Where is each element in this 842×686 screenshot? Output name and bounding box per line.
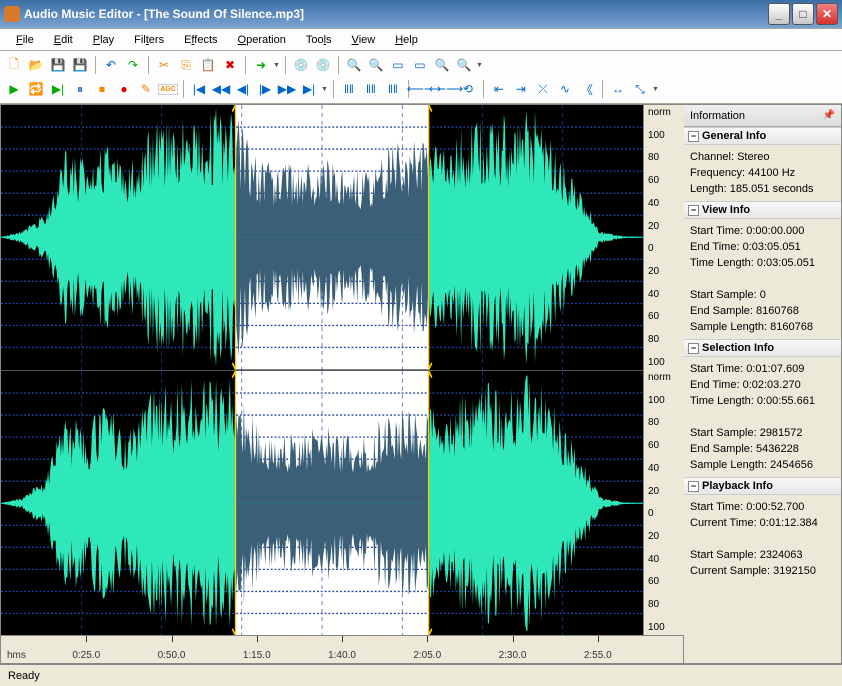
status-bar: Ready bbox=[0, 664, 842, 686]
pb-current: Current Time: 0:01:12.384 bbox=[690, 515, 835, 531]
go-end-icon[interactable]: ▶| bbox=[299, 79, 319, 99]
cut-icon[interactable]: ✂ bbox=[154, 55, 174, 75]
app-icon bbox=[4, 6, 20, 22]
info-panel: Information 📌 −General Info Channel: Ste… bbox=[684, 104, 842, 664]
pb-start-sample: Start Sample: 2324063 bbox=[690, 547, 835, 563]
view-end-sample: End Sample: 8160768 bbox=[690, 303, 835, 319]
go-start-icon[interactable]: |◀ bbox=[189, 79, 209, 99]
next-icon[interactable]: |▶ bbox=[255, 79, 275, 99]
sel-length: Time Length: 0:00:55.661 bbox=[690, 393, 835, 409]
forward-icon[interactable]: ▶▶ bbox=[277, 79, 297, 99]
save-as-icon[interactable]: 💾 bbox=[70, 55, 90, 75]
save-icon[interactable]: 💾 bbox=[48, 55, 68, 75]
sel-start-sample: Start Sample: 2981572 bbox=[690, 425, 835, 441]
playback-info-header: Playback Info bbox=[702, 480, 773, 492]
pause-icon[interactable]: ⏸ bbox=[70, 79, 90, 99]
collapse-icon[interactable]: − bbox=[688, 131, 699, 142]
view-end: End Time: 0:03:05.051 bbox=[690, 239, 835, 255]
loop-icon[interactable]: 🔁 bbox=[26, 79, 46, 99]
sel-2-icon[interactable]: ‖‖ bbox=[361, 79, 381, 99]
view-info-header: View Info bbox=[702, 204, 750, 216]
cd-icon[interactable]: 💿 bbox=[291, 55, 311, 75]
trim-3-icon[interactable]: ⟲ bbox=[458, 79, 478, 99]
zoom-sel-icon[interactable]: ▭ bbox=[410, 55, 430, 75]
expand-l-icon[interactable]: 《 bbox=[577, 79, 597, 99]
zoom-v2-icon[interactable]: 🔍 bbox=[454, 55, 474, 75]
info-frequency: Frequency: 44100 Hz bbox=[690, 165, 835, 181]
prev-icon[interactable]: ◀| bbox=[233, 79, 253, 99]
sel-start: Start Time: 0:01:07.609 bbox=[690, 361, 835, 377]
marker-icon[interactable]: ✎ bbox=[136, 79, 156, 99]
copy-icon[interactable]: ⎘ bbox=[176, 55, 196, 75]
menu-view[interactable]: View bbox=[344, 32, 384, 48]
open-icon[interactable]: 📂 bbox=[26, 55, 46, 75]
waveform-display[interactable] bbox=[0, 104, 644, 636]
x-ruler: hms0:25.00:50.01:15.01:40.02:05.02:30.02… bbox=[0, 636, 684, 664]
status-text: Ready bbox=[8, 670, 40, 682]
export-icon[interactable]: ➜ bbox=[251, 55, 271, 75]
toolbar-container: 🗋 📂 💾 💾 ↶ ↷ ✂ ⎘ 📋 ✖ ➜ ▼ 💿 💿 🔍 🔍 ▭ ▭ 🔍 🔍 … bbox=[0, 50, 842, 104]
play-icon[interactable]: ▶ bbox=[4, 79, 24, 99]
view-start-sample: Start Sample: 0 bbox=[690, 287, 835, 303]
menu-bar: File Edit Play Filters Effects Operation… bbox=[0, 28, 842, 50]
cross-icon[interactable]: ⤫ bbox=[533, 79, 553, 99]
zoom-v-icon[interactable]: 🔍 bbox=[432, 55, 452, 75]
shift-l-icon[interactable]: ⇤ bbox=[489, 79, 509, 99]
rewind-icon[interactable]: ◀◀ bbox=[211, 79, 231, 99]
maximize-button[interactable]: □ bbox=[792, 3, 814, 25]
sel-1-icon[interactable]: ‖‖ bbox=[339, 79, 359, 99]
menu-effects[interactable]: Effects bbox=[176, 32, 225, 48]
menu-file[interactable]: File bbox=[8, 32, 42, 48]
collapse-icon[interactable]: − bbox=[688, 205, 699, 216]
info-length: Length: 185.051 seconds bbox=[690, 181, 835, 197]
paste-icon[interactable]: 📋 bbox=[198, 55, 218, 75]
zoom-in-icon[interactable]: 🔍 bbox=[344, 55, 364, 75]
sel-end-sample: End Sample: 5436228 bbox=[690, 441, 835, 457]
redo-icon[interactable]: ↷ bbox=[123, 55, 143, 75]
view-start: Start Time: 0:00:00.000 bbox=[690, 223, 835, 239]
cd2-icon[interactable]: 💿 bbox=[313, 55, 333, 75]
menu-tools[interactable]: Tools bbox=[298, 32, 340, 48]
sel-3-icon[interactable]: ‖‖ bbox=[383, 79, 403, 99]
title-bar: Audio Music Editor - [The Sound Of Silen… bbox=[0, 0, 842, 28]
selection-info-header: Selection Info bbox=[702, 342, 774, 354]
menu-operation[interactable]: Operation bbox=[230, 32, 294, 48]
view-length: Time Length: 0:03:05.051 bbox=[690, 255, 835, 271]
collapse-icon[interactable]: − bbox=[688, 343, 699, 354]
info-channel: Channel: Stereo bbox=[690, 149, 835, 165]
hscroll-icon[interactable]: ↔ bbox=[608, 79, 628, 99]
minimize-button[interactable]: _ bbox=[768, 3, 790, 25]
agc-button[interactable]: AGC bbox=[158, 79, 178, 99]
info-title: Information bbox=[690, 110, 745, 122]
delete-icon[interactable]: ✖ bbox=[220, 55, 240, 75]
sel-end: End Time: 0:02:03.270 bbox=[690, 377, 835, 393]
record-icon[interactable]: ● bbox=[114, 79, 134, 99]
general-info-header: General Info bbox=[702, 130, 766, 142]
view-sample-length: Sample Length: 8160768 bbox=[690, 319, 835, 335]
vscroll-icon[interactable]: ⤡ bbox=[630, 79, 650, 99]
close-button[interactable]: ✕ bbox=[816, 3, 838, 25]
title-text: Audio Music Editor - [The Sound Of Silen… bbox=[24, 7, 768, 21]
menu-help[interactable]: Help bbox=[387, 32, 426, 48]
zoom-out-icon[interactable]: 🔍 bbox=[366, 55, 386, 75]
new-icon[interactable]: 🗋 bbox=[4, 55, 24, 75]
pin-icon[interactable]: 📌 bbox=[823, 110, 835, 121]
wave-icon[interactable]: ∿ bbox=[555, 79, 575, 99]
pb-current-sample: Current Sample: 3192150 bbox=[690, 563, 835, 579]
undo-icon[interactable]: ↶ bbox=[101, 55, 121, 75]
menu-play[interactable]: Play bbox=[85, 32, 122, 48]
zoom-fit-icon[interactable]: ▭ bbox=[388, 55, 408, 75]
menu-edit[interactable]: Edit bbox=[46, 32, 81, 48]
menu-filters[interactable]: Filters bbox=[126, 32, 172, 48]
pb-start: Start Time: 0:00:52.700 bbox=[690, 499, 835, 515]
shift-r-icon[interactable]: ⇥ bbox=[511, 79, 531, 99]
stop-icon[interactable]: ⏹ bbox=[92, 79, 112, 99]
trim-2-icon[interactable]: ⟵⟶ bbox=[436, 79, 456, 99]
sel-sample-length: Sample Length: 2454656 bbox=[690, 457, 835, 473]
play-sel-icon[interactable]: ▶| bbox=[48, 79, 68, 99]
collapse-icon[interactable]: − bbox=[688, 481, 699, 492]
y-ruler: norm10080604020020406080100 norm10080604… bbox=[644, 104, 684, 636]
